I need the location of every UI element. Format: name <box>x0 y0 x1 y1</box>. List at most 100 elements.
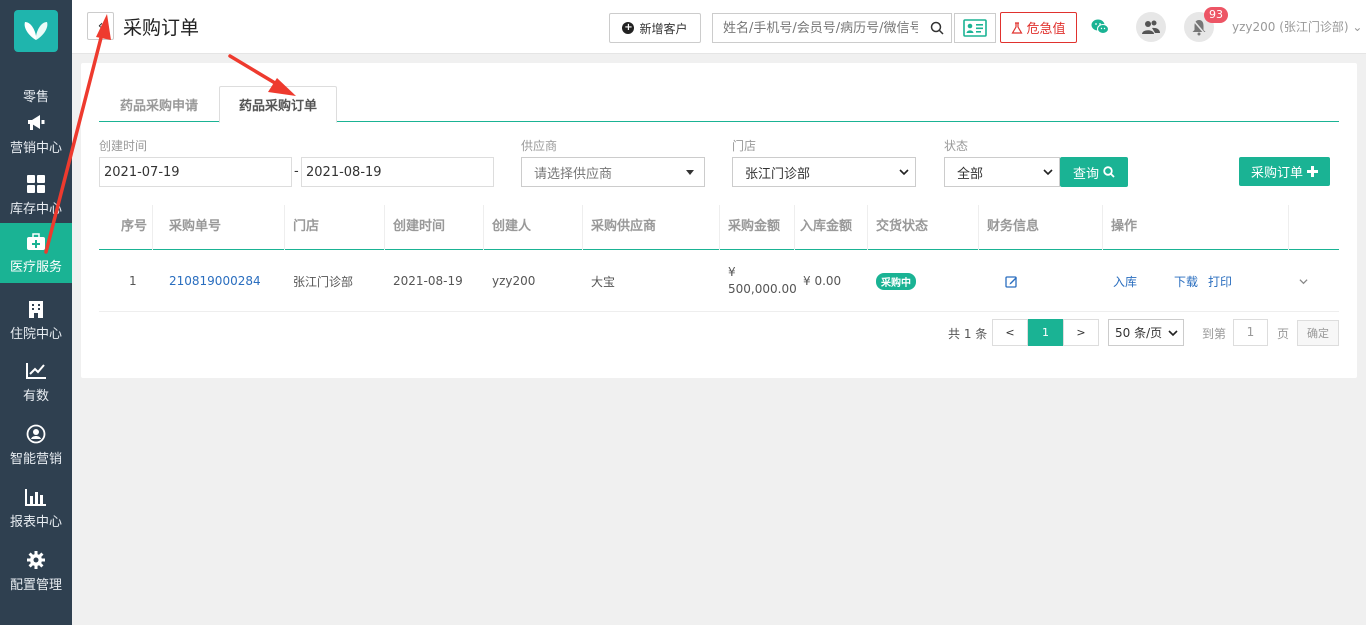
user-menu[interactable]: yzy200 (张江门诊部) ⌄ <box>1232 18 1362 35</box>
order-number-link[interactable]: 210819000284 <box>161 250 285 312</box>
column-header: 采购供应商 <box>583 205 720 250</box>
sidebar-item-label: 配置管理 <box>9 578 62 593</box>
page-size-select[interactable]: 50 条/页 <box>1108 319 1184 346</box>
sidebar-item-marketing[interactable]: 营销中心 <box>0 104 72 164</box>
chevron-down-icon <box>1043 169 1053 176</box>
chevron-down-icon <box>1299 278 1308 284</box>
column-header: 序号 <box>99 205 153 250</box>
query-button[interactable]: 查询 <box>1060 157 1128 187</box>
sidebar-item-label: 住院中心 <box>9 327 62 342</box>
notification-count-badge: 93 <box>1204 7 1228 23</box>
supplier-label: 供应商 <box>521 139 558 153</box>
date-from-input[interactable] <box>99 157 292 187</box>
goto-page-input[interactable]: 1 <box>1233 319 1268 346</box>
back-button[interactable]: ‹ <box>87 12 114 40</box>
next-page-button[interactable]: > <box>1063 319 1099 346</box>
prev-page-button[interactable]: < <box>992 319 1028 346</box>
column-header: 创建人 <box>484 205 583 250</box>
table-row: 1 210819000284 张江门诊部 2021-08-19 yzy200 大… <box>99 250 1339 312</box>
amount-value: 500,000.00 <box>728 282 797 296</box>
status-label: 状态 <box>944 139 969 153</box>
action-print-link[interactable]: 打印 <box>1208 273 1232 290</box>
sidebar-item-label: 库存中心 <box>9 202 62 217</box>
date-to-input[interactable] <box>301 157 494 187</box>
butterfly-logo-icon <box>24 22 48 40</box>
sidebar-item-config[interactable]: 配置管理 <box>0 541 72 601</box>
column-header: 采购单号 <box>161 205 285 250</box>
sidebar-item-label: 医疗服务 <box>9 260 62 275</box>
column-header: 操作 <box>1103 205 1289 250</box>
page-title: 采购订单 <box>123 17 200 39</box>
page-unit-label: 页 <box>1277 327 1290 341</box>
sidebar-item-label: 零售 <box>22 89 49 105</box>
sidebar-item-inventory[interactable]: 库存中心 <box>0 165 72 225</box>
goto-confirm-button[interactable]: 确定 <box>1297 320 1339 346</box>
column-header: 入库金额 <box>795 205 868 250</box>
action-inbound-link[interactable]: 入库 <box>1113 273 1137 290</box>
critical-value-button[interactable]: 危急值 <box>1000 12 1077 43</box>
sidebar-item-medical-service[interactable]: 医疗服务 <box>0 223 72 283</box>
tab-bar: 药品采购申请 药品采购订单 <box>99 86 1339 123</box>
customer-search <box>712 13 952 43</box>
id-card-icon <box>963 19 987 37</box>
app-logo[interactable] <box>14 10 58 52</box>
megaphone-icon <box>25 112 47 134</box>
bar-chart-icon <box>25 486 47 508</box>
users-icon[interactable] <box>1136 12 1166 42</box>
critical-value-label: 危急值 <box>1026 22 1066 37</box>
row-created-date: 2021-08-19 <box>393 274 463 288</box>
store-value: 张江门诊部 <box>745 166 811 182</box>
tab-purchase-order[interactable]: 药品采购订单 <box>219 86 337 123</box>
tab-purchase-request[interactable]: 药品采购申请 <box>99 86 219 122</box>
purchase-order-label: 采购订单 <box>1250 165 1303 180</box>
sidebar: 零售 营销中心 库存中心 医疗服务 住院中心 有数 智能营销 报表中心 配置管理 <box>0 0 72 625</box>
sidebar-item-data[interactable]: 有数 <box>0 352 72 412</box>
page-1-button[interactable]: 1 <box>1028 319 1063 346</box>
row-delivery-status: 采购中 <box>868 250 979 312</box>
row-creator: yzy200 <box>492 274 536 288</box>
sidebar-item-inpatient[interactable]: 住院中心 <box>0 290 72 350</box>
search-icon[interactable] <box>930 21 944 35</box>
column-header: 采购金额 <box>720 205 795 250</box>
wechat-icon[interactable] <box>1090 17 1110 37</box>
status-select[interactable]: 全部 <box>944 157 1060 187</box>
search-icon <box>1103 166 1115 178</box>
supplier-placeholder: 请选择供应商 <box>534 166 613 182</box>
hospital-icon <box>25 298 47 320</box>
content-card: 药品采购申请 药品采购订单 创建时间 - 供应商 请选择供应商 门店 张江门诊部… <box>81 63 1357 378</box>
add-customer-button[interactable]: + 新增客户 <box>609 13 701 43</box>
sidebar-item-reports[interactable]: 报表中心 <box>0 478 72 538</box>
chevron-down-icon <box>899 169 909 176</box>
chevron-down-icon: ⌄ <box>1352 20 1363 34</box>
pagination-total: 共 1 条 <box>948 327 988 341</box>
medical-kit-icon <box>25 231 47 253</box>
date-range-separator: - <box>294 164 299 179</box>
create-purchase-order-button[interactable]: 采购订单 <box>1239 157 1330 186</box>
created-time-label: 创建时间 <box>99 139 148 153</box>
goto-label: 到第 <box>1202 327 1227 341</box>
sidebar-item-label: 报表中心 <box>9 515 62 530</box>
column-header: 交货状态 <box>868 205 979 250</box>
page-size-value: 50 条/页 <box>1115 326 1163 340</box>
grid-icon <box>25 173 47 195</box>
expand-row-toggle[interactable] <box>1289 250 1339 312</box>
row-finance-info <box>979 250 1103 312</box>
row-index: 1 <box>129 274 137 288</box>
sidebar-item-label: 智能营销 <box>9 452 62 467</box>
chevron-down-icon <box>1168 330 1178 337</box>
smart-marketing-icon <box>25 423 47 445</box>
status-badge: 采购中 <box>876 272 916 290</box>
column-header: 财务信息 <box>979 205 1103 250</box>
action-download-link[interactable]: 下载 <box>1174 273 1198 290</box>
caret-down-icon <box>686 170 694 175</box>
sidebar-item-label: 营销中心 <box>9 141 62 156</box>
id-card-button[interactable] <box>954 13 996 43</box>
edit-icon[interactable] <box>1005 275 1018 288</box>
line-chart-icon <box>25 360 47 382</box>
supplier-select[interactable]: 请选择供应商 <box>521 157 705 187</box>
row-purchase-amount: ¥ 500,000.00 <box>720 250 797 312</box>
sidebar-item-smart-marketing[interactable]: 智能营销 <box>0 415 72 475</box>
store-select[interactable]: 张江门诊部 <box>732 157 916 187</box>
search-input[interactable] <box>713 14 918 42</box>
row-supplier: 大宝 <box>591 274 616 289</box>
